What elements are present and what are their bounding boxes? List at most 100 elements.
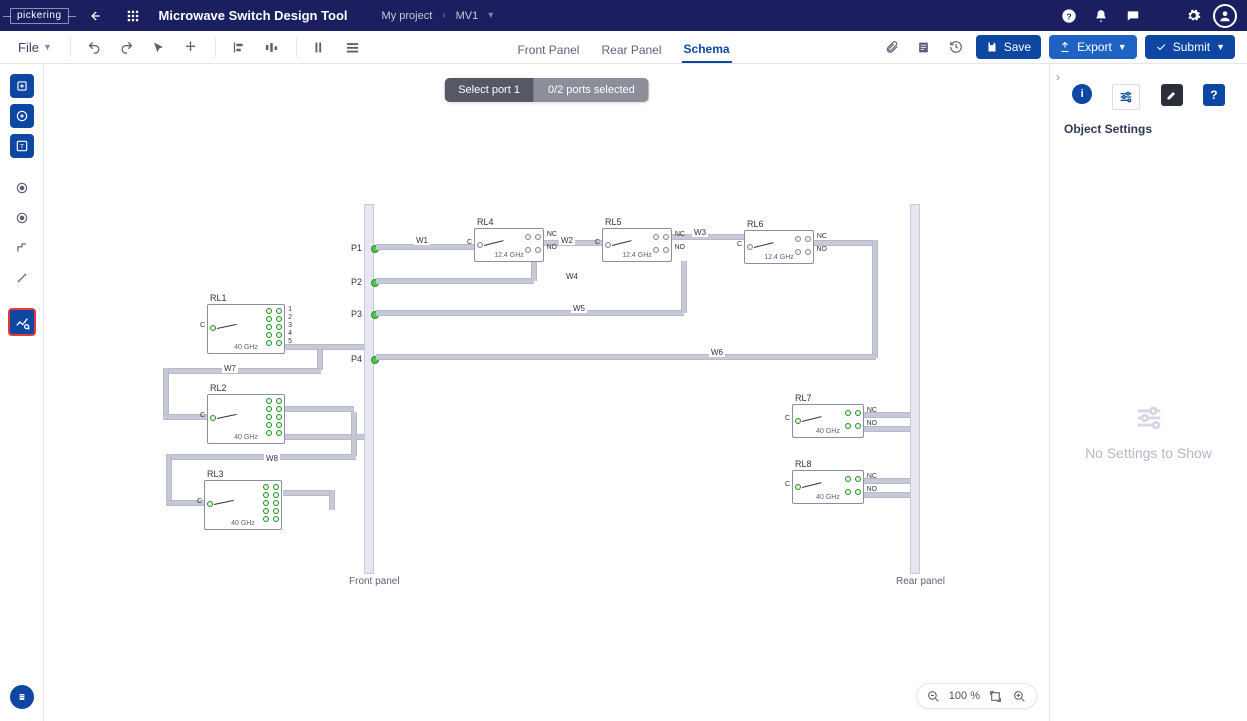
relay-rl7-freq: 40 GHz <box>793 428 863 435</box>
radio1-icon[interactable] <box>10 176 34 200</box>
wire-rl6-down[interactable] <box>872 240 878 358</box>
pathfinder-icon[interactable] <box>8 308 36 336</box>
relay-rl1-freq: 40 GHz <box>208 344 284 351</box>
align-bar1-icon[interactable] <box>309 35 333 59</box>
relay-rl5-label: RL5 <box>605 217 622 227</box>
relay-rl7-label: RL7 <box>795 393 812 403</box>
relay-rl8-freq: 40 GHz <box>793 494 863 501</box>
bell-icon[interactable] <box>1089 4 1113 28</box>
relay-rl2-label: RL2 <box>210 383 227 393</box>
wire-rl3-top[interactable] <box>283 490 332 496</box>
wire-rl1-top[interactable] <box>283 344 364 350</box>
chevron-right-icon: › <box>442 10 445 21</box>
tab-front-panel[interactable]: Front Panel <box>515 43 581 63</box>
caret-down-icon[interactable]: ▾ <box>488 10 493 21</box>
panel-tab-edit-icon[interactable] <box>1161 84 1183 106</box>
relay-rl8[interactable]: RL8 40 GHz C NC NO <box>792 470 864 504</box>
brand-logo: pickering <box>10 8 69 24</box>
panel-tab-info-icon[interactable]: i <box>1072 84 1092 104</box>
step-line-icon[interactable] <box>10 236 34 260</box>
library-icon[interactable] <box>10 685 34 709</box>
wire-w7[interactable] <box>163 368 321 374</box>
breadcrumb-variant[interactable]: MV1 <box>456 10 479 22</box>
wire-w8-v0[interactable] <box>351 412 357 456</box>
relay-rl4[interactable]: RL4 12.4 GHz C NC NO <box>474 228 544 262</box>
submit-button[interactable]: Submit▼ <box>1145 35 1235 59</box>
relay-rl4-label: RL4 <box>477 217 494 227</box>
appbar: pickering Microwave Switch Design Tool M… <box>0 0 1247 31</box>
help-icon[interactable]: ? <box>1057 4 1081 28</box>
relay-rl3[interactable]: RL3 40 GHz C <box>204 480 282 530</box>
chat-icon[interactable] <box>1121 4 1145 28</box>
wire-w7-v2[interactable] <box>163 368 169 416</box>
diag-line-icon[interactable] <box>10 266 34 290</box>
relay-rl4-freq: 12.4 GHz <box>475 252 543 259</box>
align-distribute-icon[interactable] <box>260 35 284 59</box>
zoom-controls: 100 % <box>916 683 1037 709</box>
panel-empty-text: No Settings to Show <box>1085 445 1212 461</box>
history-icon[interactable] <box>944 35 968 59</box>
relay-rl6[interactable]: RL6 12.4 GHz C NC NO <box>744 230 814 264</box>
schematic-canvas[interactable]: Select port 1 0/2 ports selected Front p… <box>44 64 1049 721</box>
panel-tab-help-icon[interactable]: ? <box>1203 84 1225 106</box>
main: T Select port 1 0/2 ports selected Front… <box>0 64 1247 721</box>
pan-icon[interactable] <box>179 35 203 59</box>
apps-icon[interactable] <box>121 4 145 28</box>
svg-text:?: ? <box>1066 11 1071 21</box>
relay-rl1[interactable]: RL1 40 GHz C 1 2 3 4 5 <box>207 304 285 354</box>
gear-icon[interactable] <box>1181 4 1205 28</box>
align-left-icon[interactable] <box>228 35 252 59</box>
wire-w4[interactable] <box>376 278 534 284</box>
wire-w7-v1[interactable] <box>317 350 323 370</box>
relay-rl5[interactable]: RL5 12.4 GHz C NC NO <box>602 228 672 262</box>
attachment-icon[interactable] <box>880 35 904 59</box>
tab-rear-panel[interactable]: Rear Panel <box>599 43 663 63</box>
wire-w4v[interactable] <box>531 261 537 281</box>
wire-w1-label: W1 <box>414 236 430 245</box>
zoom-out-icon[interactable] <box>925 687 943 705</box>
align-bar2-icon[interactable] <box>341 35 365 59</box>
wire-w5[interactable] <box>376 310 684 316</box>
wire-w5v[interactable] <box>681 261 687 313</box>
front-panel-label: Front panel <box>349 576 400 587</box>
add-circle-icon[interactable] <box>10 104 34 128</box>
breadcrumb-project[interactable]: My project <box>382 10 433 22</box>
back-icon[interactable] <box>83 4 107 28</box>
note-icon[interactable] <box>912 35 936 59</box>
port-p2-label: P2 <box>351 277 362 287</box>
wire-rl2-top1[interactable] <box>283 406 354 412</box>
relay-rl3-freq: 40 GHz <box>205 520 281 527</box>
rear-panel-label: Rear panel <box>896 576 945 587</box>
wire-w8[interactable] <box>166 454 356 460</box>
wire-w6-label: W6 <box>709 348 725 357</box>
relay-rl7[interactable]: RL7 40 GHz C NC NO <box>792 404 864 438</box>
radio2-icon[interactable] <box>10 206 34 230</box>
zoom-fit-icon[interactable] <box>986 687 1004 705</box>
relay-rl2[interactable]: RL2 40 GHz C <box>207 394 285 444</box>
pointer-icon[interactable] <box>147 35 171 59</box>
rear-panel-rail[interactable] <box>910 204 920 574</box>
add-node-icon[interactable] <box>10 74 34 98</box>
redo-icon[interactable] <box>115 35 139 59</box>
port-p3-label: P3 <box>351 309 362 319</box>
tab-schema[interactable]: Schema <box>682 42 732 63</box>
relay-rl6-freq: 12.4 GHz <box>745 254 813 261</box>
panel-tab-settings-icon[interactable] <box>1112 84 1140 110</box>
file-menu[interactable]: File▼ <box>12 36 58 59</box>
save-button[interactable]: Save <box>976 35 1041 59</box>
collapse-panel-icon[interactable]: › <box>1056 70 1060 84</box>
relay-rl3-label: RL3 <box>207 469 224 479</box>
wire-w8-v[interactable] <box>166 454 172 502</box>
port-p4-label: P4 <box>351 354 362 364</box>
undo-icon[interactable] <box>83 35 107 59</box>
wire-w8-label: W8 <box>264 454 280 463</box>
account-icon[interactable] <box>1213 4 1237 28</box>
export-button[interactable]: Export▼ <box>1049 35 1137 59</box>
zoom-in-icon[interactable] <box>1010 687 1028 705</box>
relay-rl1-label: RL1 <box>210 293 227 303</box>
text-tool-icon[interactable]: T <box>10 134 34 158</box>
panel-empty-state: No Settings to Show <box>1050 140 1247 721</box>
wire-w6[interactable] <box>376 354 876 360</box>
front-panel-rail[interactable] <box>364 204 374 574</box>
wire-rl3-v[interactable] <box>329 490 335 510</box>
